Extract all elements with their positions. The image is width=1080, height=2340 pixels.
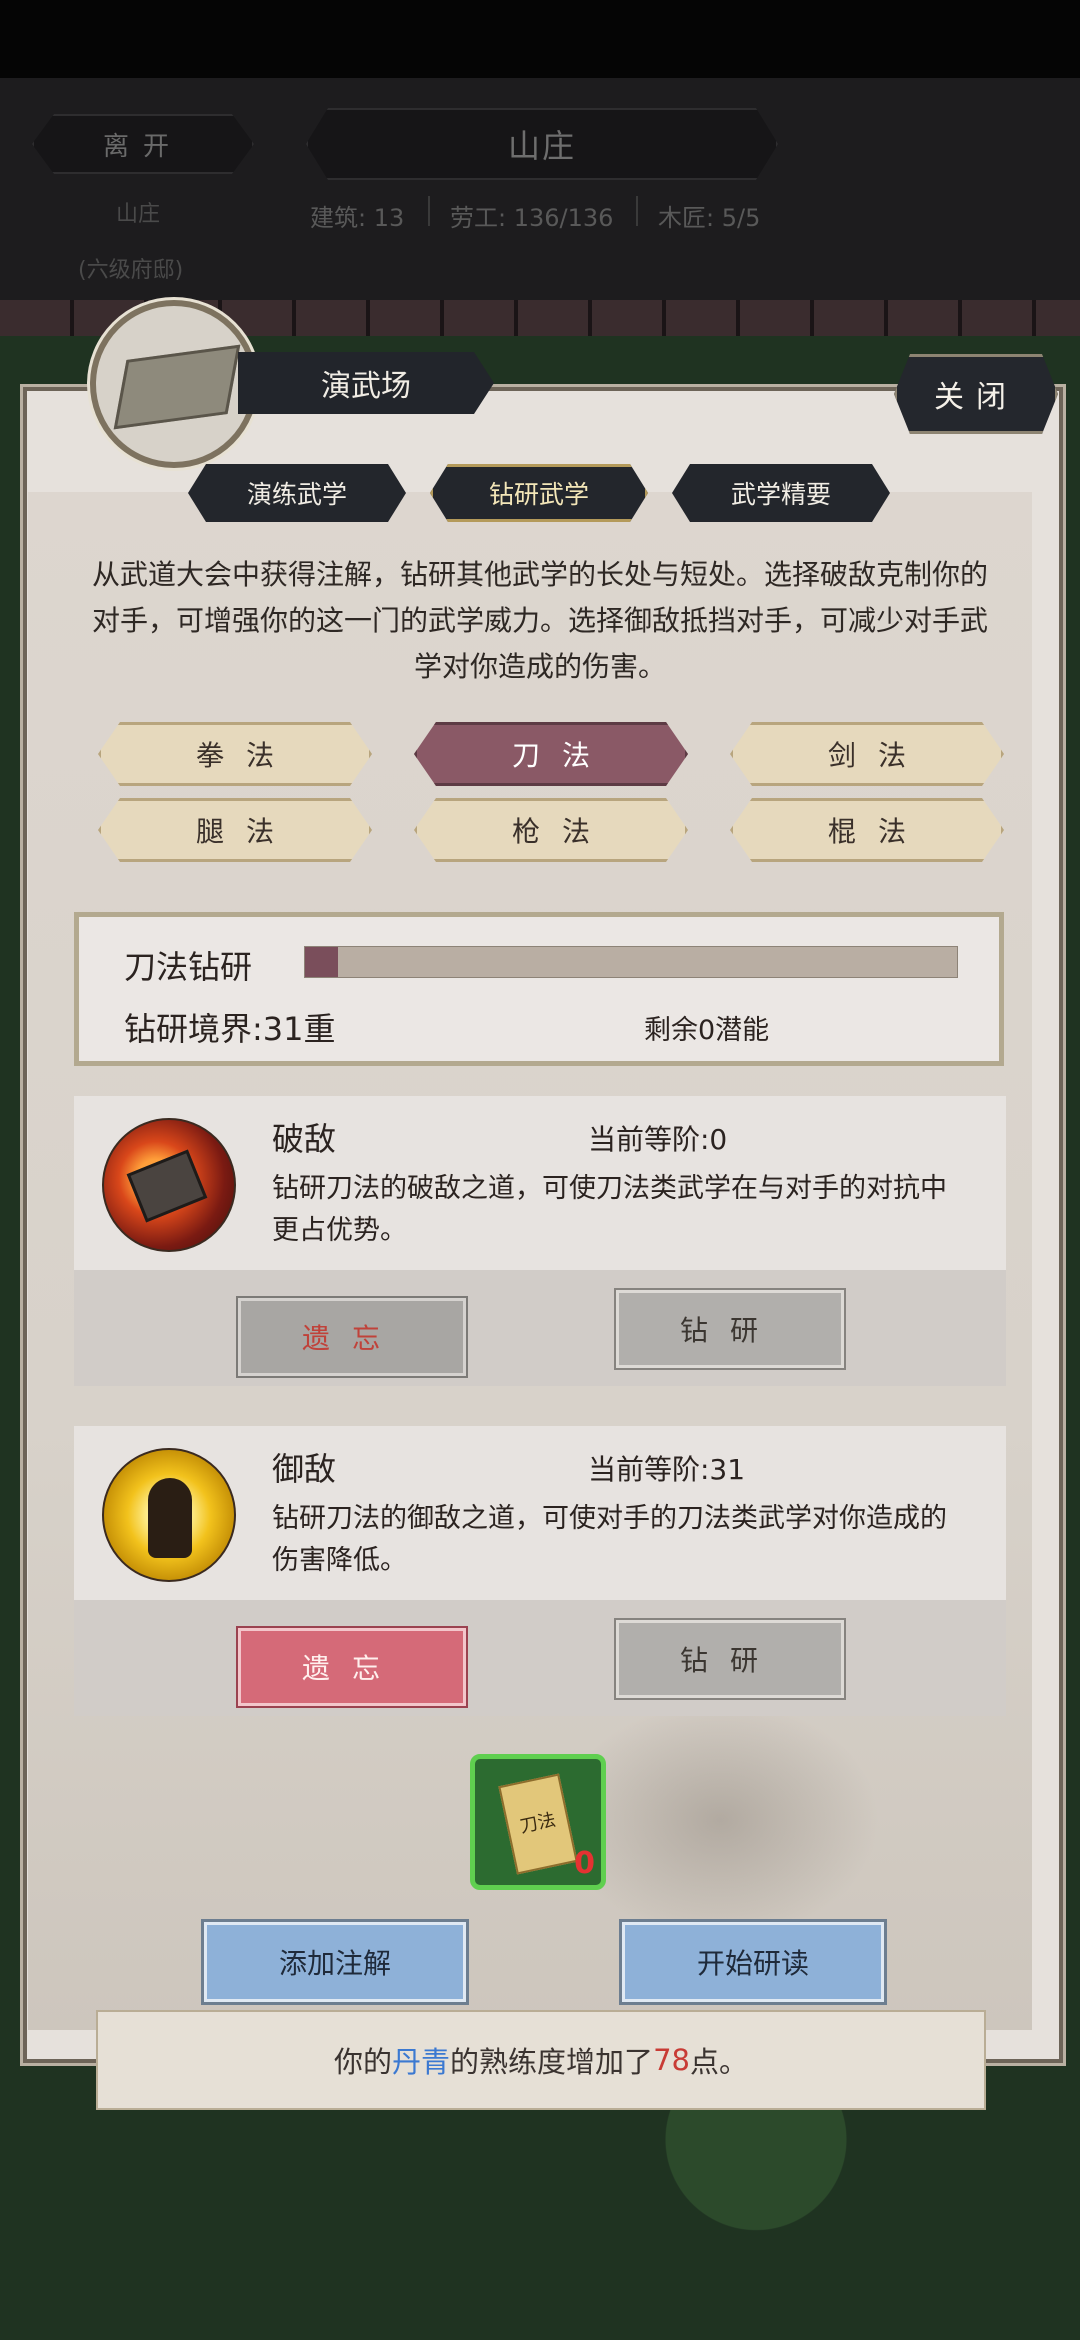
study-label: 刀法钻研 xyxy=(124,948,253,986)
study-progress-fill xyxy=(305,947,338,977)
study-realm: 钻研境界:31重 xyxy=(124,1010,336,1048)
study-description: 从武道大会中获得注解，钻研其他武学的长处与短处。选择破敌克制你的对手，可增强你的… xyxy=(91,558,988,683)
skill-description: 钻研刀法的御敌之道，可使对手的刀法类武学对你造成的伤害降低。 xyxy=(272,1503,947,1576)
category-label: 拳法 xyxy=(195,739,296,772)
study-button[interactable]: 钻研 xyxy=(614,1288,846,1370)
panel-title: 演武场 xyxy=(238,352,494,414)
category-label: 枪法 xyxy=(511,815,612,848)
remaining-potential: 剩余0潜能 xyxy=(644,1015,770,1046)
start-reading-label: 开始研读 xyxy=(696,1947,809,1980)
stat-divider xyxy=(428,196,430,226)
tab-label: 钻研武学 xyxy=(488,480,589,509)
leave-button[interactable]: 离开 xyxy=(32,114,254,174)
skill-description: 钻研刀法的破敌之道，可使刀法类武学在与对手的对抗中更占优势。 xyxy=(272,1173,947,1246)
leave-label: 离开 xyxy=(102,131,183,162)
tab-label: 演练武学 xyxy=(246,480,347,509)
panel-title-text: 演武场 xyxy=(321,369,411,404)
location-title: 山庄 xyxy=(306,108,778,180)
location-rank: (六级府邸) xyxy=(78,258,184,283)
card-button-area xyxy=(74,1600,1006,1716)
tab-practice-martial-arts[interactable]: 演练武学 xyxy=(188,464,406,522)
close-button[interactable]: 关闭 xyxy=(894,354,1058,434)
manual-count: 0 xyxy=(574,1846,595,1881)
study-button[interactable]: 钻研 xyxy=(614,1618,846,1700)
tab-study-martial-arts[interactable]: 钻研武学 xyxy=(430,464,648,522)
category-sword[interactable]: 剑法 xyxy=(730,722,1004,786)
tab-label: 武学精要 xyxy=(730,480,831,509)
category-leg[interactable]: 腿法 xyxy=(98,798,372,862)
start-reading-button[interactable]: 开始研读 xyxy=(619,1919,887,2005)
study-label: 钻研 xyxy=(679,1644,780,1677)
location-title-text: 山庄 xyxy=(507,127,576,165)
stat-workers: 劳工: 136/136 xyxy=(450,204,614,232)
notice-suffix: 点。 xyxy=(689,2045,748,2079)
category-label: 剑法 xyxy=(827,739,928,772)
category-staff[interactable]: 棍法 xyxy=(730,798,1004,862)
notice-prefix: 你的 xyxy=(334,2045,393,2079)
study-label: 钻研 xyxy=(679,1314,780,1347)
add-annotation-button[interactable]: 添加注解 xyxy=(201,1919,469,2005)
study-progress-bar xyxy=(304,946,958,978)
skill-name: 御敌 xyxy=(272,1450,337,1488)
manual-book-icon: 刀法 xyxy=(498,1773,578,1875)
category-label: 刀法 xyxy=(511,739,612,772)
card-button-area xyxy=(74,1270,1006,1386)
tab-martial-essentials[interactable]: 武学精要 xyxy=(672,464,890,522)
skill-name: 破敌 xyxy=(272,1120,337,1158)
notice-middle: 的熟练度增加了 xyxy=(450,2045,654,2079)
skill-level: 当前等阶:0 xyxy=(588,1123,728,1156)
forget-button[interactable]: 遗忘 xyxy=(236,1296,468,1378)
training-ground-emblem-icon xyxy=(90,300,258,468)
ink-painting-decoration xyxy=(560,1700,880,1940)
category-fist[interactable]: 拳法 xyxy=(98,722,372,786)
stat-carpenters: 木匠: 5/5 xyxy=(658,204,761,232)
category-label: 腿法 xyxy=(195,815,296,848)
break-enemy-icon xyxy=(102,1118,236,1252)
guard-enemy-icon xyxy=(102,1448,236,1582)
forget-label: 遗忘 xyxy=(301,1322,402,1355)
notice-skill: 丹青 xyxy=(392,2045,451,2079)
proficiency-notice: 你的 丹青 的熟练度增加了 78 点。 xyxy=(96,2010,986,2110)
skill-level: 当前等阶:31 xyxy=(588,1453,746,1486)
category-blade[interactable]: 刀法 xyxy=(414,722,688,786)
category-spear[interactable]: 枪法 xyxy=(414,798,688,862)
forget-button[interactable]: 遗忘 xyxy=(236,1626,468,1708)
add-annotation-label: 添加注解 xyxy=(278,1947,391,1980)
location-name: 山庄 xyxy=(116,202,161,227)
notice-points: 78 xyxy=(653,2043,690,2077)
stat-divider xyxy=(636,196,638,226)
close-label: 关闭 xyxy=(934,380,1018,415)
forget-label: 遗忘 xyxy=(301,1652,402,1685)
stat-buildings: 建筑: 13 xyxy=(310,204,405,232)
blade-manual-item[interactable]: 刀法 0 xyxy=(470,1754,606,1890)
category-label: 棍法 xyxy=(827,815,928,848)
status-bar xyxy=(0,0,1080,78)
